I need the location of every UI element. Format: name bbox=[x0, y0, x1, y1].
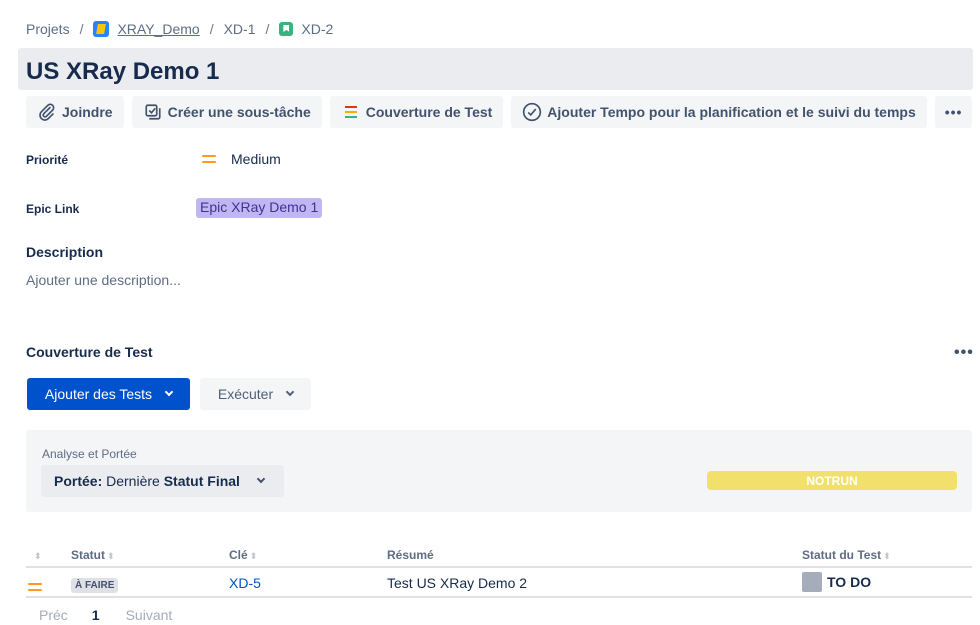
create-subtask-button[interactable]: Créer une sous-tâche bbox=[131, 96, 322, 128]
story-icon bbox=[279, 22, 294, 36]
column-header-key[interactable]: Clé ⬍ bbox=[229, 548, 257, 562]
chevron-down-icon bbox=[285, 387, 295, 397]
execute-button[interactable]: Exécuter bbox=[200, 378, 311, 410]
analysis-panel: Analyse et Portée Portée: Dernière Statu… bbox=[26, 430, 972, 512]
more-actions-button[interactable]: ••• bbox=[934, 96, 973, 128]
issue-toolbar: Joindre Créer une sous-tâche Couverture … bbox=[26, 96, 973, 128]
create-subtask-label: Créer une sous-tâche bbox=[167, 104, 311, 120]
add-tempo-button[interactable]: Ajouter Tempo pour la planification et l… bbox=[511, 96, 927, 128]
priority-medium-icon bbox=[202, 154, 216, 164]
description-title: Description bbox=[26, 244, 104, 260]
row-key-link[interactable]: XD-5 bbox=[229, 575, 261, 591]
chevron-down-icon bbox=[164, 387, 174, 397]
subtask-icon bbox=[143, 102, 163, 122]
breadcrumb: Projets / XRAY_Demo / XD-1 / XD-2 bbox=[26, 21, 333, 37]
priority-medium-icon bbox=[28, 579, 42, 595]
epic-link-tag[interactable]: Epic XRay Demo 1 bbox=[196, 198, 323, 218]
column-header-status[interactable]: Statut ⬍ bbox=[71, 548, 115, 562]
description-placeholder[interactable]: Ajouter une description... bbox=[26, 272, 181, 288]
row-test-status: TO DO bbox=[802, 572, 871, 592]
pagination-current-page[interactable]: 1 bbox=[92, 607, 100, 623]
scope-value: Statut Final bbox=[163, 473, 240, 489]
row-summary: Test US XRay Demo 2 bbox=[387, 575, 528, 591]
column-header-summary[interactable]: Résumé bbox=[387, 548, 434, 562]
sort-icon[interactable]: ⬍ bbox=[32, 548, 42, 562]
table-row[interactable]: À FAIRE XD-5 Test US XRay Demo 2 TO DO bbox=[26, 568, 972, 598]
pagination: Préc 1 Suivant bbox=[39, 607, 172, 623]
breadcrumb-separator: / bbox=[79, 21, 84, 37]
scope-prefix: Portée: bbox=[54, 473, 103, 489]
analysis-label: Analyse et Portée bbox=[42, 447, 137, 461]
priority-value-text: Medium bbox=[231, 151, 281, 167]
row-status: À FAIRE bbox=[71, 575, 119, 593]
check-circle-icon bbox=[522, 102, 542, 122]
test-coverage-button[interactable]: Couverture de Test bbox=[329, 96, 504, 128]
execute-label: Exécuter bbox=[217, 386, 274, 402]
breadcrumb-separator: / bbox=[209, 21, 214, 37]
breadcrumb-issue[interactable]: XD-2 bbox=[301, 21, 333, 37]
column-header-test-status[interactable]: Statut du Test ⬍ bbox=[802, 548, 891, 562]
breadcrumb-epic[interactable]: XD-1 bbox=[224, 21, 256, 37]
scope-select[interactable]: Portée: Dernière Statut Final bbox=[41, 465, 284, 497]
priority-label: Priorité bbox=[26, 153, 69, 167]
test-coverage-label: Couverture de Test bbox=[365, 104, 493, 120]
breadcrumb-projects[interactable]: Projets bbox=[26, 21, 70, 37]
breadcrumb-separator: / bbox=[265, 21, 270, 37]
chevron-down-icon bbox=[256, 474, 266, 484]
priority-value[interactable]: Medium bbox=[202, 151, 281, 167]
breadcrumb-project[interactable]: XRAY_Demo bbox=[117, 21, 199, 37]
issue-title[interactable]: US XRay Demo 1 bbox=[26, 58, 219, 86]
add-tempo-label: Ajouter Tempo pour la planification et l… bbox=[547, 104, 916, 120]
coverage-status-bar[interactable]: NOTRUN bbox=[707, 471, 957, 490]
scope-middle: Dernière bbox=[106, 473, 160, 489]
paperclip-icon bbox=[37, 102, 57, 122]
coverage-more-button[interactable]: ••• bbox=[954, 344, 974, 362]
attach-label: Joindre bbox=[62, 104, 113, 120]
attach-button[interactable]: Joindre bbox=[26, 96, 124, 128]
coverage-icon bbox=[341, 102, 361, 122]
issue-title-bar[interactable]: US XRay Demo 1 bbox=[18, 48, 973, 90]
coverage-title: Couverture de Test bbox=[26, 344, 153, 360]
pagination-prev[interactable]: Préc bbox=[39, 607, 68, 623]
add-tests-button[interactable]: Ajouter des Tests bbox=[27, 378, 190, 410]
epic-link-label: Epic Link bbox=[26, 202, 80, 216]
tests-table: ⬍ Statut ⬍ Clé ⬍ Résumé Statut du Test ⬍ À … bbox=[26, 542, 972, 598]
table-header: ⬍ Statut ⬍ Clé ⬍ Résumé Statut du Test ⬍ bbox=[26, 542, 972, 568]
status-swatch bbox=[802, 572, 822, 592]
project-icon bbox=[93, 21, 110, 37]
add-tests-label: Ajouter des Tests bbox=[44, 386, 153, 402]
pagination-next[interactable]: Suivant bbox=[126, 607, 173, 623]
